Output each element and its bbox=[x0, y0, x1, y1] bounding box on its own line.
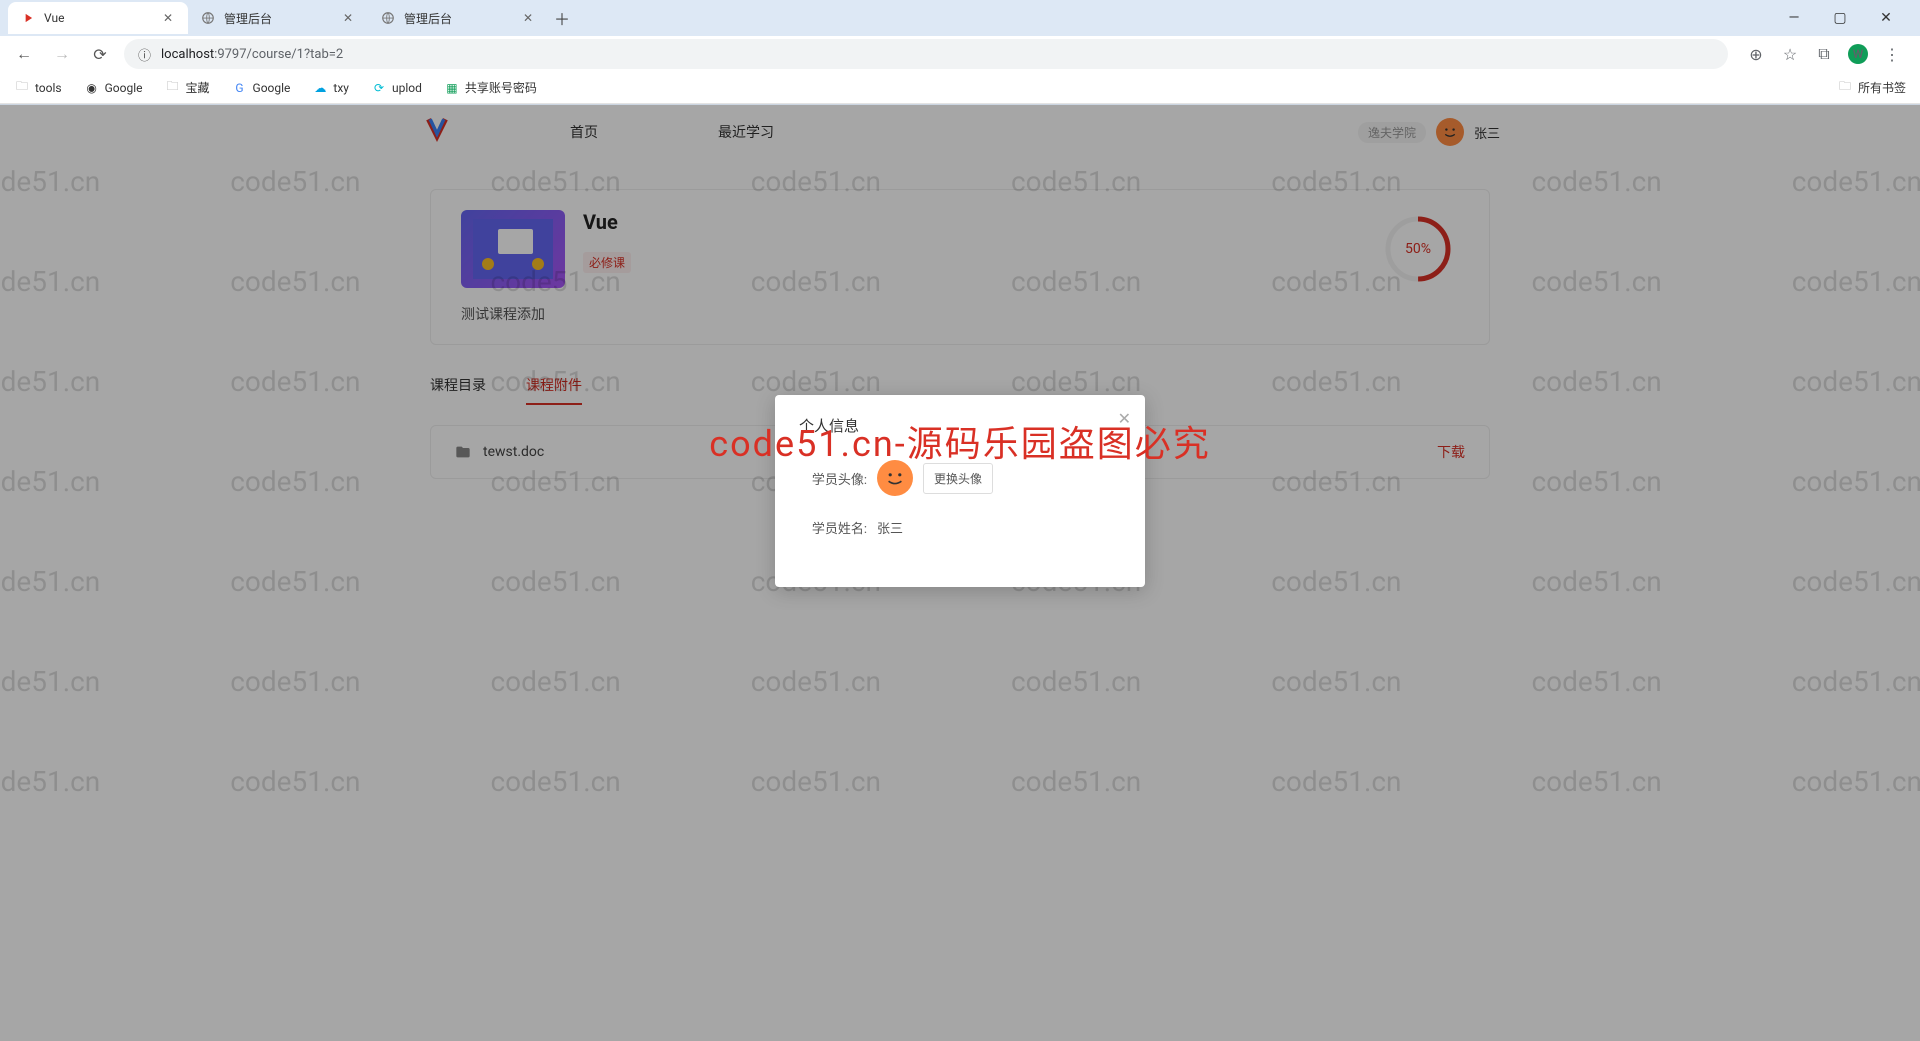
tab-strip: Vue ✕ 管理后台 ✕ 管理后台 ✕ ＋ — ▢ ✕ bbox=[0, 0, 1920, 36]
bookmark-item[interactable]: 🗀tools bbox=[10, 78, 66, 98]
bookmark-item[interactable]: ☁txy bbox=[308, 78, 353, 98]
close-icon[interactable]: ✕ bbox=[1118, 409, 1131, 428]
close-icon[interactable]: ✕ bbox=[520, 10, 536, 26]
bookmark-item[interactable]: GGoogle bbox=[228, 78, 295, 98]
close-window-icon[interactable]: ✕ bbox=[1872, 4, 1900, 32]
url-field[interactable]: ⓘ localhost:9797/course/1?tab=2 bbox=[124, 39, 1728, 69]
minimize-icon[interactable]: — bbox=[1780, 4, 1808, 32]
bookmark-item[interactable]: ◉Google bbox=[80, 78, 147, 98]
maximize-icon[interactable]: ▢ bbox=[1826, 4, 1854, 32]
vue-favicon bbox=[20, 10, 36, 26]
tab-title: 管理后台 bbox=[224, 10, 332, 27]
address-bar: ← → ⟳ ⓘ localhost:9797/course/1?tab=2 ⊕ … bbox=[0, 36, 1920, 72]
bookmark-item[interactable]: ⟳uplod bbox=[367, 78, 426, 98]
all-bookmarks[interactable]: 🗀所有书签 bbox=[1833, 77, 1910, 98]
zoom-icon[interactable]: ⊕ bbox=[1746, 44, 1766, 64]
url-host: localhost bbox=[161, 47, 214, 62]
reload-icon[interactable]: ⟳ bbox=[86, 40, 114, 68]
star-icon[interactable]: ☆ bbox=[1780, 44, 1800, 64]
browser-tab[interactable]: 管理后台 ✕ bbox=[368, 2, 548, 34]
close-icon[interactable]: ✕ bbox=[160, 10, 176, 26]
folder-icon: 🗀 bbox=[1837, 80, 1853, 96]
forward-icon[interactable]: → bbox=[48, 40, 76, 68]
profile-avatar[interactable]: W bbox=[1848, 44, 1868, 64]
new-tab-button[interactable]: ＋ bbox=[548, 4, 576, 32]
extensions-icon[interactable]: ⧉ bbox=[1814, 44, 1834, 64]
modal-overlay[interactable]: ✕ 个人信息 学员头像: 更换头像 学员姓名: 张三 bbox=[0, 105, 1920, 1041]
page-content: 首页 最近学习 逸夫学院 张三 Vue 必修课 测试课程添加 bbox=[0, 105, 1920, 1041]
tab-title: Vue bbox=[44, 11, 152, 25]
menu-icon[interactable]: ⋮ bbox=[1882, 44, 1902, 64]
change-avatar-button[interactable]: 更换头像 bbox=[923, 463, 993, 494]
modal-title: 个人信息 bbox=[799, 415, 1121, 436]
globe-favicon bbox=[380, 10, 396, 26]
globe-favicon bbox=[200, 10, 216, 26]
bookmarks-bar: 🗀tools ◉Google 🗀宝藏 GGoogle ☁txy ⟳uplod ▦… bbox=[0, 72, 1920, 104]
google-icon: ◉ bbox=[84, 80, 100, 96]
browser-tab[interactable]: 管理后台 ✕ bbox=[188, 2, 368, 34]
modal-avatar-icon bbox=[877, 460, 913, 496]
folder-icon: 🗀 bbox=[165, 80, 181, 96]
window-controls: — ▢ ✕ bbox=[1768, 4, 1912, 32]
sheet-icon: ▦ bbox=[444, 80, 460, 96]
name-label: 学员姓名: bbox=[799, 518, 867, 537]
back-icon[interactable]: ← bbox=[10, 40, 38, 68]
url-path: :9797/course/1?tab=2 bbox=[214, 47, 343, 62]
close-icon[interactable]: ✕ bbox=[340, 10, 356, 26]
folder-icon: 🗀 bbox=[14, 80, 30, 96]
name-value: 张三 bbox=[877, 518, 903, 537]
tab-title: 管理后台 bbox=[404, 10, 512, 27]
bookmark-item[interactable]: 🗀宝藏 bbox=[161, 77, 214, 98]
insecure-icon: ⓘ bbox=[138, 45, 151, 64]
bookmark-item[interactable]: ▦共享账号密码 bbox=[440, 77, 541, 98]
profile-modal: ✕ 个人信息 学员头像: 更换头像 学员姓名: 张三 bbox=[775, 395, 1145, 587]
upload-icon: ⟳ bbox=[371, 80, 387, 96]
cloud-icon: ☁ bbox=[312, 80, 328, 96]
browser-tab-active[interactable]: Vue ✕ bbox=[8, 2, 188, 34]
avatar-label: 学员头像: bbox=[799, 469, 867, 488]
google-icon: G bbox=[232, 80, 248, 96]
